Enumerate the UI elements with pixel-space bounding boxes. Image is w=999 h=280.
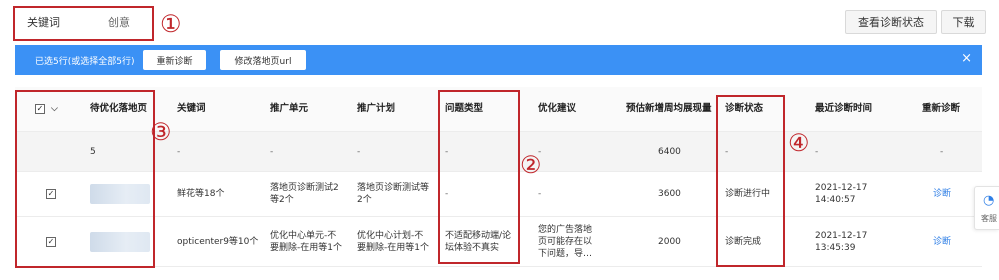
col-last-diagnosis-time: 最近诊断时间 [815,103,873,114]
customer-service-widget[interactable]: ◔ 客服 [974,186,999,230]
summary-keyword: - [177,146,181,157]
row-unit: 落地页诊断测试2等2个 [270,183,339,205]
annotation-box-tabs [13,6,154,41]
col-plan: 推广计划 [357,103,396,114]
annotation-number-3: ③ [150,118,172,146]
row-time: 2021-12-17 14:40:57 [815,183,868,205]
annotation-box-status-column [716,95,785,267]
row-impressions: 3600 [658,189,681,199]
row-plan: 落地页诊断测试等2个 [357,183,430,205]
annotation-box-problem-column [438,90,520,264]
row-unit: 优化中心单元-不要删除-在用等1个 [270,230,342,253]
download-button[interactable]: 下载 [941,10,986,34]
row-keyword: opticenter9等10个 [177,236,259,247]
summary-impressions: 6400 [658,146,681,157]
diagnose-link[interactable]: 诊断 [933,172,951,216]
rediagnose-button[interactable]: 重新诊断 [143,50,206,70]
row-suggestion: 您的广告落地页可能存在以下问题，导… [538,224,593,259]
customer-service-icon: ◔ [983,193,995,208]
col-est-impressions: 预估新增周均展现量 [626,103,712,114]
modify-landing-url-button[interactable]: 修改落地页url [220,50,306,70]
summary-unit: - [270,146,274,157]
annotation-number-1: ① [160,10,182,38]
diagnose-link[interactable]: 诊断 [933,217,951,266]
row-time: 2021-12-17 13:45:39 [815,230,868,253]
annotation-number-4: ④ [788,129,810,157]
col-unit: 推广单元 [270,103,309,114]
row-keyword: 鲜花等18个 [177,189,225,199]
customer-service-label: 客服 [981,214,997,223]
close-icon[interactable]: × [961,51,972,66]
col-keyword: 关键词 [177,103,206,114]
annotation-number-2: ② [520,151,542,179]
summary-action: - [940,146,944,157]
annotation-box-landing-column [15,90,155,268]
selection-bar: 已选5行(或选择全部5行) 重新诊断 修改落地页url × [15,45,982,75]
row-plan: 优化中心计划-不要删除-在用等1个 [357,230,429,253]
selection-count-text: 已选5行(或选择全部5行) [35,57,135,67]
summary-time: - [815,146,819,157]
summary-plan: - [357,146,361,157]
row-impressions: 2000 [658,236,681,247]
col-rediagnose: 重新诊断 [922,103,961,114]
check-status-button[interactable]: 查看诊断状态 [845,10,937,34]
col-suggestion: 优化建议 [538,103,577,114]
